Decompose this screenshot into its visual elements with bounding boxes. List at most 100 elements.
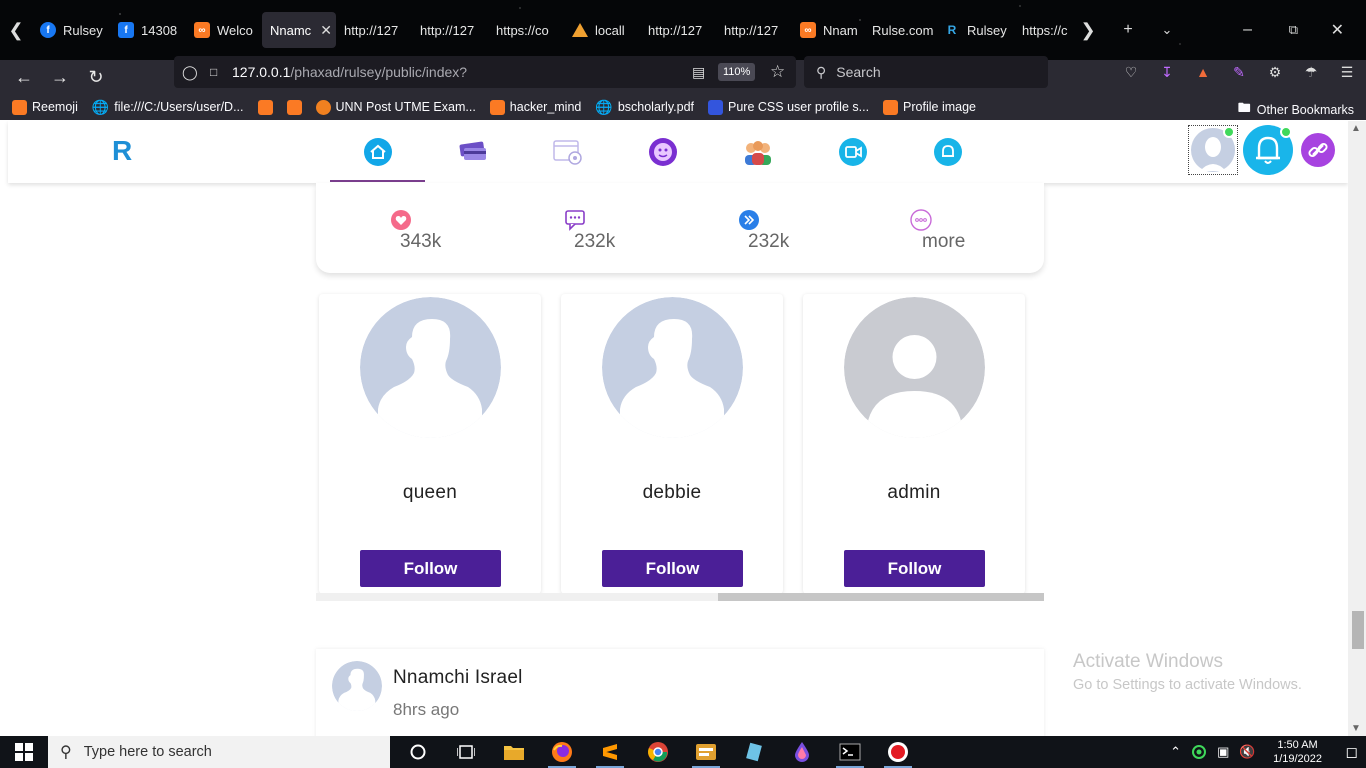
pocket-icon[interactable]: ♡ bbox=[1122, 63, 1140, 81]
user-avatar[interactable] bbox=[844, 297, 985, 438]
user-name[interactable]: admin bbox=[803, 482, 1025, 504]
profile-avatar[interactable] bbox=[1188, 125, 1238, 175]
search-bar[interactable]: ⚲ Search bbox=[804, 56, 1048, 88]
reload-icon[interactable]: ↻ bbox=[78, 62, 114, 92]
tab-nnamchi-active[interactable]: Nnamc ✕ bbox=[262, 12, 336, 48]
post-author-name[interactable]: Nnamchi Israel bbox=[393, 667, 523, 689]
bookmark-css-profile[interactable]: Pure CSS user profile s... bbox=[708, 99, 869, 115]
recorder-app[interactable] bbox=[874, 736, 922, 768]
user-name[interactable]: debbie bbox=[561, 482, 783, 504]
nav-notifications[interactable] bbox=[900, 121, 995, 183]
nav-home[interactable] bbox=[330, 121, 425, 183]
notepad-app[interactable] bbox=[730, 736, 778, 768]
link-button[interactable] bbox=[1300, 132, 1336, 168]
downloads-icon[interactable]: ↧ bbox=[1158, 63, 1176, 81]
user-name[interactable]: queen bbox=[319, 482, 541, 504]
gear-icon[interactable]: ⚙ bbox=[1266, 63, 1284, 81]
stat-likes[interactable]: 343k bbox=[390, 209, 441, 252]
tab-nnam[interactable]: ∞ Nnam bbox=[792, 12, 864, 48]
network-icon[interactable]: ▣ bbox=[1217, 744, 1229, 760]
tab-welcome[interactable]: ∞ Welco bbox=[186, 12, 262, 48]
forward-icon[interactable]: → bbox=[42, 62, 78, 92]
carousel-scroll-thumb[interactable] bbox=[718, 593, 1044, 601]
scroll-up-icon[interactable]: ▲ bbox=[1351, 123, 1361, 134]
shield-extension-icon[interactable]: ☂ bbox=[1302, 63, 1320, 81]
terminal-app[interactable] bbox=[826, 736, 874, 768]
nav-emoji[interactable] bbox=[615, 121, 710, 183]
back-icon[interactable]: ← bbox=[6, 62, 42, 92]
rulsey-logo[interactable]: R bbox=[112, 135, 132, 167]
show-hidden-icons-icon[interactable]: ⌃ bbox=[1170, 744, 1181, 760]
bookmark-profile-image[interactable]: Profile image bbox=[883, 99, 976, 115]
carousel-scrollbar[interactable] bbox=[316, 593, 1044, 601]
taskbar-search[interactable]: ⚲ Type here to search bbox=[48, 736, 390, 768]
tab-local-4[interactable]: http://127 bbox=[716, 12, 792, 48]
notification-center-icon[interactable]: ◻ bbox=[1346, 743, 1358, 761]
taskbar-clock[interactable]: 1:50 AM 1/19/2022 bbox=[1266, 738, 1330, 766]
scroll-down-icon[interactable]: ▼ bbox=[1351, 723, 1361, 734]
close-tab-icon[interactable]: ✕ bbox=[320, 22, 332, 39]
user-avatar[interactable] bbox=[602, 297, 743, 438]
user-suggestions-carousel[interactable]: queen Follow debbie Follow admin Follow bbox=[316, 291, 1044, 594]
stat-more[interactable]: more bbox=[910, 209, 965, 252]
nav-video[interactable] bbox=[805, 121, 900, 183]
tab-https-co[interactable]: https://co bbox=[488, 12, 564, 48]
follow-button[interactable]: Follow bbox=[360, 550, 501, 587]
chrome-app[interactable] bbox=[634, 736, 682, 768]
tab-rulsey-1[interactable]: f Rulsey bbox=[32, 12, 110, 48]
tab-local-1[interactable]: http://127 bbox=[336, 12, 412, 48]
bookmark-xampp-2[interactable] bbox=[286, 99, 302, 115]
other-bookmarks[interactable]: 🖿 Other Bookmarks bbox=[1238, 99, 1354, 121]
tab-local-3[interactable]: http://127 bbox=[640, 12, 716, 48]
tab-rulse-com[interactable]: Rulse.com bbox=[864, 12, 936, 48]
url-text[interactable]: 127.0.0.1/phaxad/rulsey/public/index? bbox=[232, 64, 467, 80]
xampp-control-app[interactable] bbox=[682, 736, 730, 768]
follow-button[interactable]: Follow bbox=[602, 550, 743, 587]
shield-icon[interactable]: ◯ bbox=[182, 64, 202, 81]
tab-rulsey-2[interactable]: R Rulsey • bbox=[936, 12, 1014, 48]
status-ring-icon[interactable] bbox=[1191, 744, 1207, 760]
notification-bell-button[interactable] bbox=[1242, 124, 1294, 176]
nav-payments[interactable] bbox=[425, 121, 520, 183]
file-explorer-app[interactable] bbox=[490, 736, 538, 768]
follow-button[interactable]: Follow bbox=[844, 550, 985, 587]
url-bar[interactable]: ◯ □ 127.0.0.1/phaxad/rulsey/public/index… bbox=[174, 56, 796, 88]
menu-icon[interactable]: ☰ bbox=[1338, 63, 1356, 81]
tab-local-2[interactable]: http://127 bbox=[412, 12, 488, 48]
bookmark-unn[interactable]: UNN Post UTME Exam... bbox=[315, 99, 476, 115]
user-avatar[interactable] bbox=[360, 297, 501, 438]
bookmark-star-icon[interactable]: ☆ bbox=[770, 62, 785, 82]
stat-shares[interactable]: 232k bbox=[738, 209, 789, 252]
stat-comments[interactable]: 232k bbox=[564, 209, 615, 252]
volume-muted-icon[interactable]: 🔇 bbox=[1239, 744, 1255, 760]
nav-browse[interactable] bbox=[520, 121, 615, 183]
firefox-app[interactable] bbox=[538, 736, 586, 768]
pen-icon[interactable]: ✎ bbox=[1230, 63, 1248, 81]
megaphone-icon[interactable]: ▲ bbox=[1194, 63, 1212, 81]
page-scrollbar[interactable]: ▲ ▼ bbox=[1348, 121, 1366, 736]
new-tab-icon[interactable]: + bbox=[1114, 21, 1142, 39]
tabs-scroll-left-icon[interactable]: ❮ bbox=[0, 12, 32, 48]
page-scroll-thumb[interactable] bbox=[1352, 611, 1364, 649]
close-window-icon[interactable]: ✕ bbox=[1298, 20, 1344, 40]
zoom-level[interactable]: 110% bbox=[718, 63, 756, 81]
list-tabs-icon[interactable]: ⌄ bbox=[1142, 22, 1192, 38]
tabs-scroll-right-icon[interactable]: ❯ bbox=[1072, 12, 1104, 48]
cortana-button[interactable] bbox=[394, 736, 442, 768]
restore-icon[interactable]: ⧉ bbox=[1252, 22, 1298, 38]
sublime-text-app[interactable] bbox=[586, 736, 634, 768]
bookmark-reemoji[interactable]: Reemoji bbox=[12, 99, 78, 115]
reader-mode-icon[interactable]: ▤ bbox=[692, 64, 705, 81]
post-author-avatar[interactable] bbox=[332, 661, 382, 711]
tab-14308[interactable]: f 14308 bbox=[110, 12, 186, 48]
nav-people[interactable] bbox=[710, 121, 805, 183]
bookmark-hacker-mind[interactable]: hacker_mind bbox=[489, 99, 581, 115]
start-button[interactable] bbox=[0, 736, 48, 768]
task-view-button[interactable] bbox=[442, 736, 490, 768]
bookmark-xampp-1[interactable] bbox=[257, 99, 273, 115]
paint-app[interactable] bbox=[778, 736, 826, 768]
tab-localhost[interactable]: locall bbox=[564, 12, 640, 48]
minimize-icon[interactable]: – bbox=[1192, 21, 1252, 39]
tab-https-c[interactable]: https://c bbox=[1014, 12, 1072, 48]
bookmark-file[interactable]: 🌐 file:///C:/Users/user/D... bbox=[92, 99, 244, 116]
